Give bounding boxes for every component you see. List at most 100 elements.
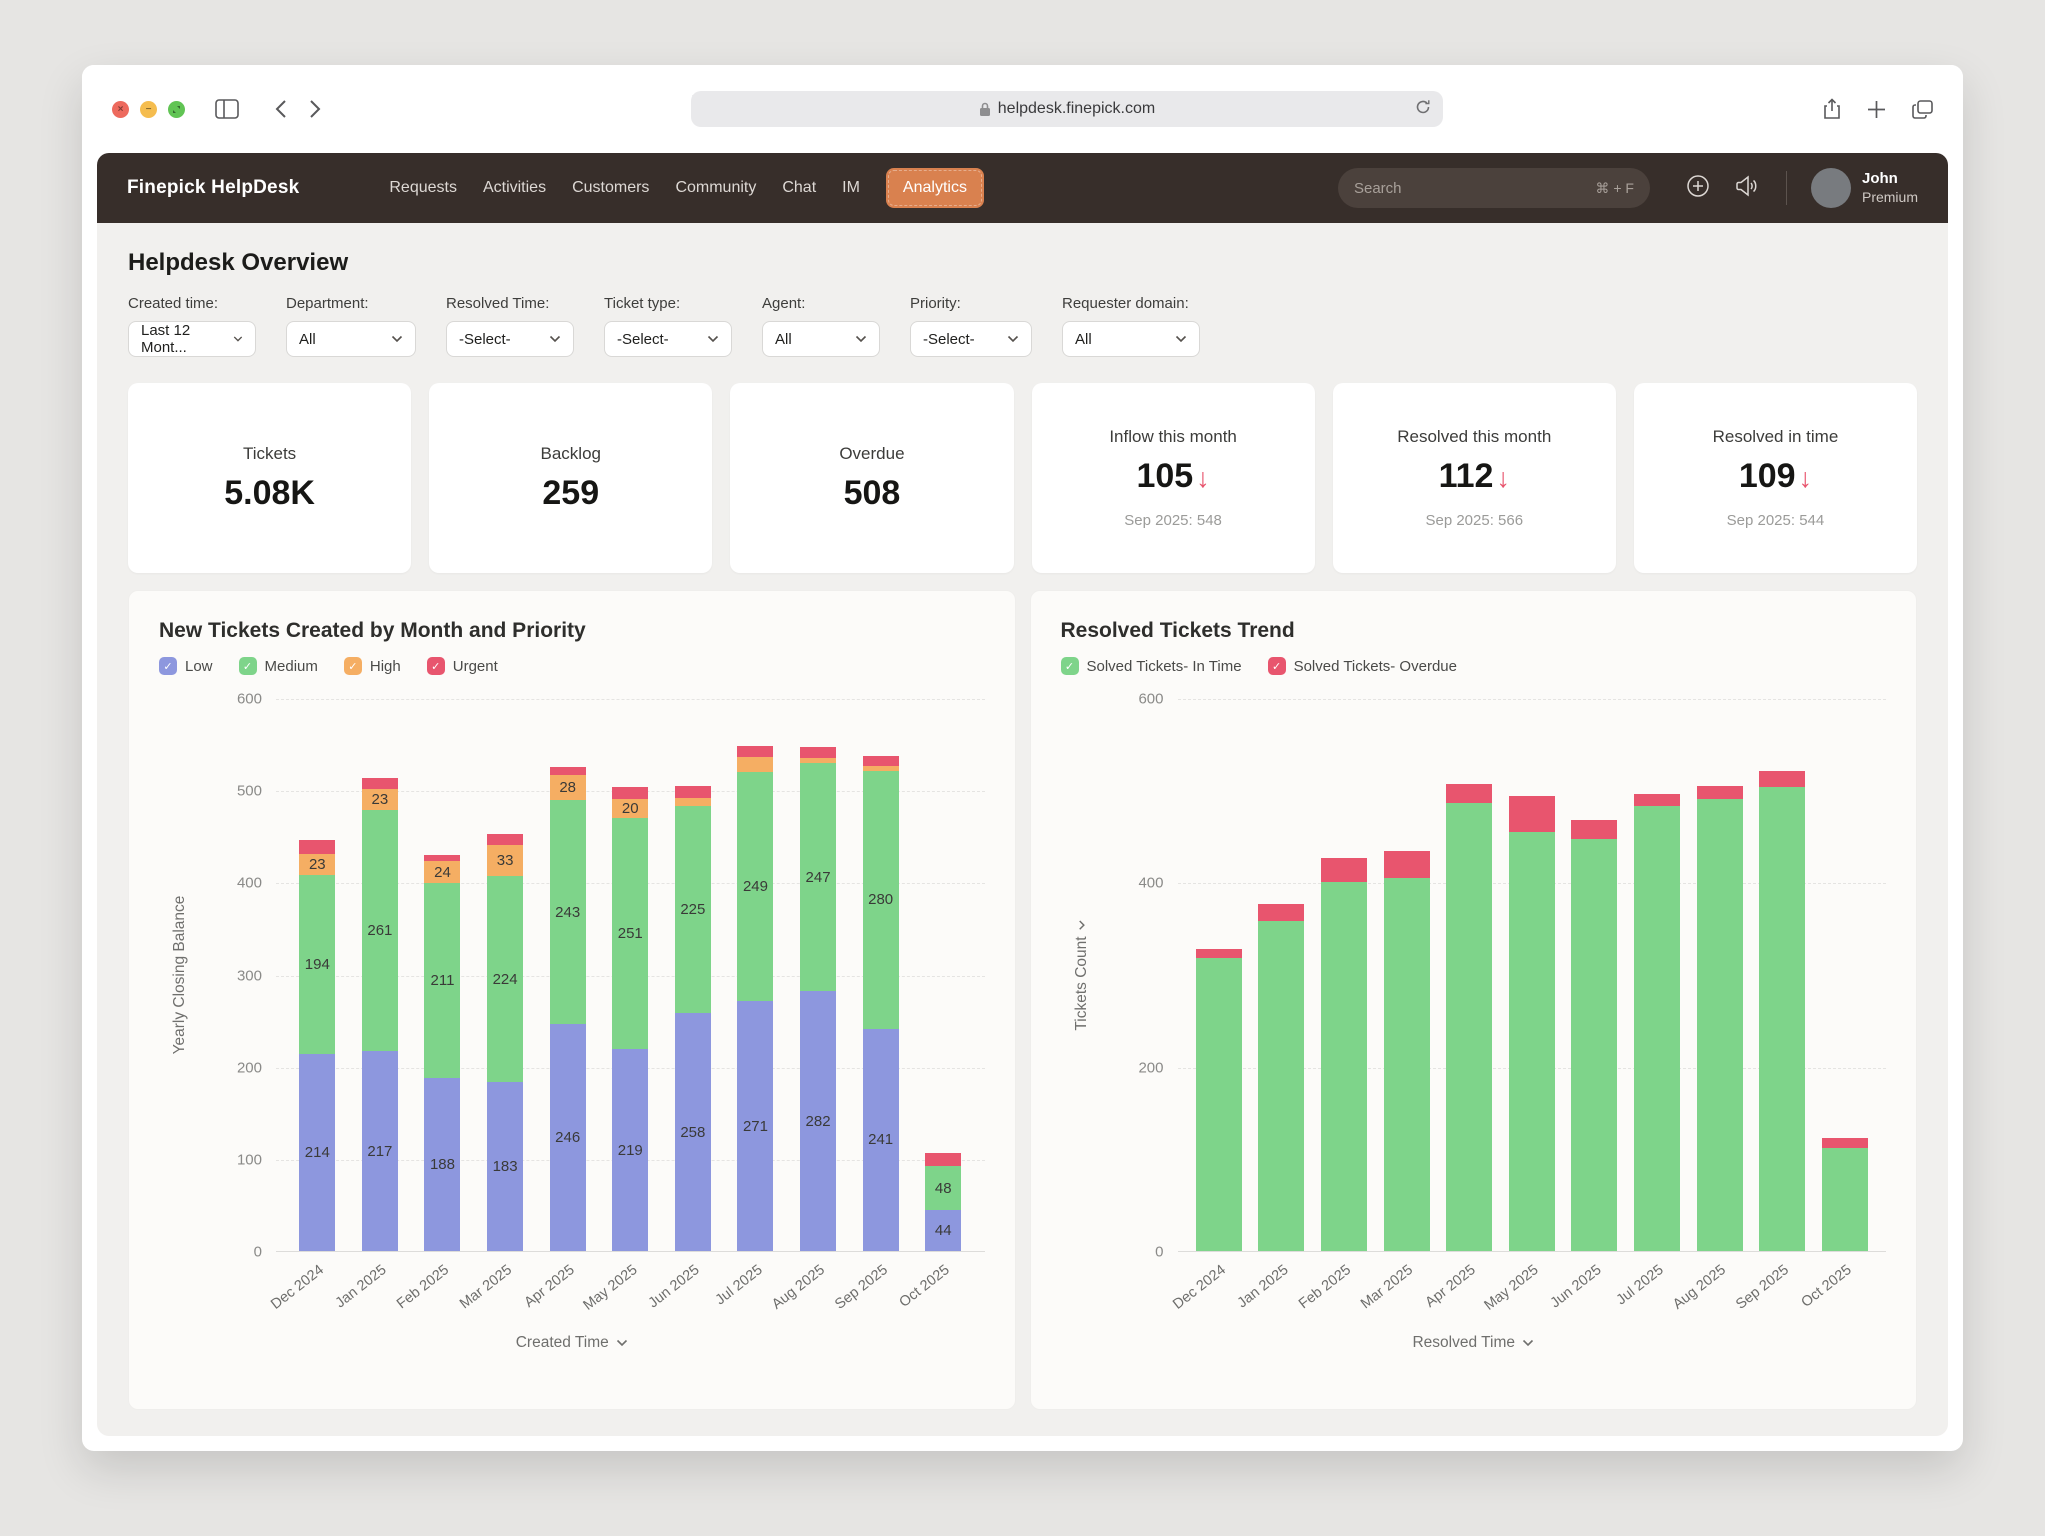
charts-row: New Tickets Created by Month and Priorit… <box>128 590 1917 1410</box>
y-axis-tick: 400 <box>237 875 262 892</box>
search-input[interactable] <box>1354 180 1595 197</box>
menu-item-requests[interactable]: Requests <box>389 179 457 197</box>
chevron-down-icon <box>1007 335 1019 343</box>
filter-select[interactable]: Last 12 Mont... <box>128 321 256 357</box>
filter-select[interactable]: All <box>286 321 416 357</box>
bar-column: 21726123 <box>349 778 412 1251</box>
stacked-bar[interactable] <box>1822 1138 1868 1251</box>
stacked-bar[interactable]: 271249 <box>737 746 773 1251</box>
close-window-button[interactable]: × <box>112 101 129 118</box>
filter-department: Department:All <box>286 295 416 357</box>
stacked-bar[interactable]: 282247 <box>800 747 836 1251</box>
legend-item[interactable]: ✓Low <box>159 657 213 675</box>
filter-value: -Select- <box>459 331 511 348</box>
filter-ticket-type: Ticket type: -Select- <box>604 295 732 357</box>
bar-segment-urgent <box>612 787 648 800</box>
x-axis-tick: Jun 2025 <box>1563 1252 1626 1330</box>
legend-item[interactable]: ✓Solved Tickets- In Time <box>1061 657 1242 675</box>
stacked-bar[interactable]: 21925120 <box>612 787 648 1251</box>
bar-column: 282247 <box>787 747 850 1251</box>
stacked-bar[interactable] <box>1571 820 1617 1251</box>
legend-item[interactable]: ✓Urgent <box>427 657 498 675</box>
stacked-bar[interactable]: 18322433 <box>487 834 523 1251</box>
stacked-bar[interactable] <box>1196 949 1242 1251</box>
stacked-bar[interactable] <box>1384 851 1430 1251</box>
bar-column: 271249 <box>724 746 787 1251</box>
filter-select[interactable]: -Select- <box>910 321 1032 357</box>
minimize-window-button[interactable]: − <box>140 101 157 118</box>
x-axis-tick: May 2025 <box>599 1252 662 1330</box>
bar-segment-low: 219 <box>612 1049 648 1251</box>
search-shortcut: ⌘ + F <box>1595 180 1634 197</box>
bar-segment-medium: 280 <box>863 771 899 1029</box>
stacked-bar[interactable]: 21726123 <box>362 778 398 1251</box>
bar-segment-solved-tickets-in-time <box>1509 832 1555 1251</box>
stacked-bar[interactable]: 258225 <box>675 786 711 1251</box>
reload-icon[interactable] <box>1415 99 1431 120</box>
filter-select[interactable]: All <box>762 321 880 357</box>
search-box[interactable]: ⌘ + F <box>1338 168 1650 208</box>
forward-button[interactable] <box>309 99 321 119</box>
y-axis-label[interactable]: Tickets Count <box>1073 919 1091 1030</box>
legend-label: Low <box>185 658 213 675</box>
divider <box>1786 171 1787 205</box>
menu-item-customers[interactable]: Customers <box>572 179 649 197</box>
address-bar[interactable]: helpdesk.finepick.com <box>691 91 1443 127</box>
legend-item[interactable]: ✓Medium <box>239 657 318 675</box>
bar-segment-solved-tickets-overdue <box>1196 949 1242 958</box>
bar-segment-solved-tickets-in-time <box>1258 921 1304 1251</box>
x-axis-dimension-label[interactable]: Created Time <box>159 1334 985 1352</box>
stacked-bar[interactable]: 21419423 <box>299 840 335 1251</box>
menu-item-analytics[interactable]: Analytics <box>886 168 984 208</box>
bar-segment-high: 23 <box>299 854 335 875</box>
stacked-bar[interactable]: 4448 <box>925 1153 961 1251</box>
x-axis-dimension-label[interactable]: Resolved Time <box>1061 1334 1887 1352</box>
zoom-window-button[interactable] <box>168 101 185 118</box>
filter-select[interactable]: All <box>1062 321 1200 357</box>
kpi-value: 112↓ <box>1439 457 1510 496</box>
filter-label: Ticket type: <box>604 295 732 312</box>
stacked-bar[interactable]: 18821124 <box>424 855 460 1251</box>
kpi-card: Resolved in time109↓Sep 2025: 544 <box>1634 383 1917 573</box>
add-icon[interactable] <box>1686 174 1710 203</box>
x-axis-tick: Feb 2025 <box>1313 1252 1376 1330</box>
legend-item[interactable]: ✓High <box>344 657 401 675</box>
stacked-bar[interactable]: 241280 <box>863 756 899 1251</box>
filter-label: Created time: <box>128 295 256 312</box>
menu-item-chat[interactable]: Chat <box>782 179 816 197</box>
stacked-bar[interactable] <box>1509 796 1555 1251</box>
bars-layer <box>1178 699 1887 1251</box>
sidebar-toggle-icon[interactable] <box>215 99 239 119</box>
new-tab-icon[interactable] <box>1867 98 1886 120</box>
menu-item-activities[interactable]: Activities <box>483 179 546 197</box>
stacked-bar[interactable] <box>1321 858 1367 1251</box>
stacked-bar[interactable]: 24624328 <box>550 767 586 1251</box>
y-axis-tick: 0 <box>1155 1244 1163 1261</box>
filter-select[interactable]: -Select- <box>604 321 732 357</box>
bar-segment-solved-tickets-overdue <box>1258 904 1304 921</box>
stacked-bar[interactable] <box>1697 786 1743 1251</box>
menu-item-im[interactable]: IM <box>842 179 860 197</box>
chart-title: Resolved Tickets Trend <box>1061 619 1887 643</box>
share-icon[interactable] <box>1823 98 1841 120</box>
y-axis-tick: 500 <box>237 783 262 800</box>
plot-zone: 0100200300400500600Yearly Closing Balanc… <box>276 699 985 1330</box>
bar-segment-urgent <box>675 786 711 799</box>
bar-segment-solved-tickets-overdue <box>1697 786 1743 800</box>
bar-segment-solved-tickets-in-time <box>1759 787 1805 1251</box>
menu-item-community[interactable]: Community <box>675 179 756 197</box>
stacked-bar[interactable] <box>1759 771 1805 1251</box>
tab-overview-icon[interactable] <box>1912 98 1933 120</box>
legend-item[interactable]: ✓Solved Tickets- Overdue <box>1268 657 1457 675</box>
bar-segment-high: 24 <box>424 861 460 883</box>
bar-segment-solved-tickets-overdue <box>1634 794 1680 806</box>
filter-select[interactable]: -Select- <box>446 321 574 357</box>
back-button[interactable] <box>275 99 287 119</box>
stacked-bar[interactable] <box>1634 794 1680 1251</box>
user-profile[interactable]: John Premium <box>1811 168 1918 208</box>
kpi-label: Resolved this month <box>1397 427 1551 447</box>
stacked-bar[interactable] <box>1258 904 1304 1251</box>
announcement-icon[interactable] <box>1734 174 1760 203</box>
x-axis-tick: Jan 2025 <box>349 1252 412 1330</box>
stacked-bar[interactable] <box>1446 784 1492 1251</box>
